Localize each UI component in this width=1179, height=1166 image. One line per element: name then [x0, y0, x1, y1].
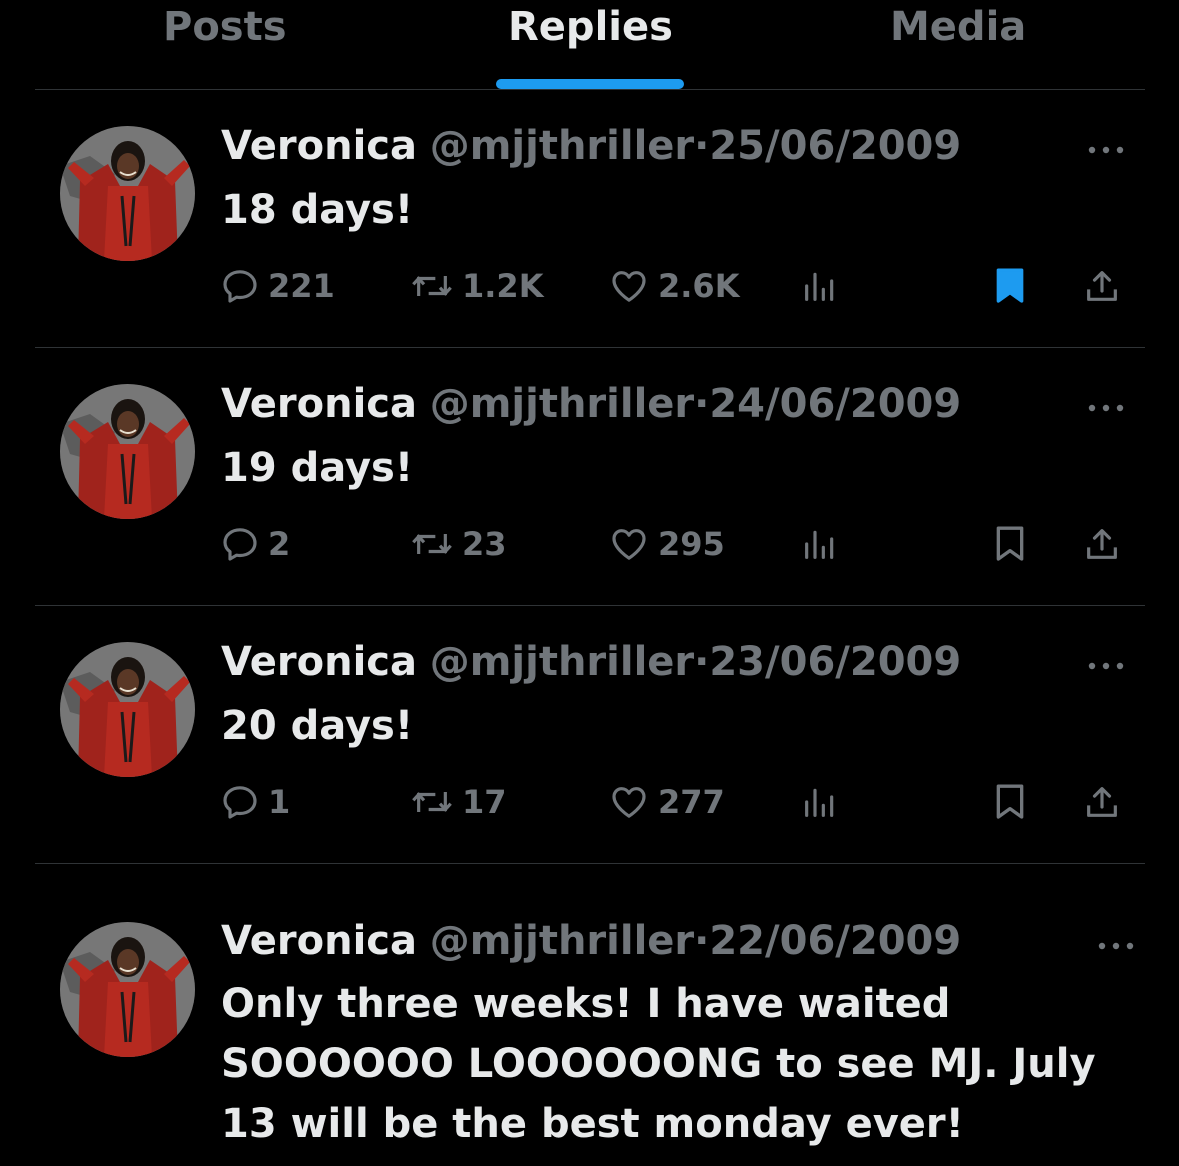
share-icon — [1082, 524, 1122, 564]
share-button[interactable] — [1082, 780, 1122, 824]
divider — [35, 89, 1145, 90]
like-icon — [608, 782, 650, 822]
display-name[interactable]: Veronica — [221, 123, 417, 169]
like-count: 295 — [658, 525, 725, 563]
like-icon — [608, 266, 650, 306]
divider — [35, 605, 1145, 606]
tweet-actions: 2 23 295 — [220, 522, 1140, 566]
handle[interactable]: @mjjthriller — [430, 123, 694, 169]
display-name[interactable]: Veronica — [221, 381, 417, 427]
tweet-date[interactable]: 23/06/2009 — [709, 639, 961, 685]
tweet-actions: 221 1.2K 2.6K — [220, 264, 1140, 308]
retweet-icon — [410, 266, 454, 306]
reply-count: 1 — [268, 783, 291, 821]
handle[interactable]: @mjjthriller — [430, 918, 694, 964]
separator: · — [694, 639, 710, 685]
share-icon — [1082, 782, 1122, 822]
divider — [35, 347, 1145, 348]
tweet-text-line: 13 will be the best monday ever! — [221, 1101, 964, 1147]
more-icon[interactable] — [1096, 937, 1136, 950]
bookmark-icon — [992, 782, 1028, 822]
tweet-actions: 1 17 277 — [220, 780, 1140, 824]
tweet-text: 19 days! — [221, 438, 1141, 498]
like-button[interactable]: 2.6K — [608, 264, 739, 308]
more-icon[interactable] — [1086, 399, 1126, 412]
divider — [35, 863, 1145, 864]
separator: · — [694, 123, 710, 169]
share-button[interactable] — [1082, 264, 1122, 308]
reply-icon — [220, 266, 260, 306]
tweet-date[interactable]: 25/06/2009 — [709, 123, 961, 169]
bookmark-button[interactable] — [992, 264, 1028, 308]
tab-replies[interactable]: Replies — [508, 0, 673, 60]
like-count: 2.6K — [658, 267, 740, 305]
retweet-count: 1.2K — [462, 267, 544, 305]
tweet-text: 20 days! — [221, 696, 1141, 756]
tweet-text: Only three weeks! I have waited SOOOOOO … — [221, 974, 1141, 1154]
retweet-icon — [410, 782, 454, 822]
tweet-header: Veronica @mjjthriller·25/06/2009 — [221, 122, 961, 170]
tweet-text-line: SOOOOOO LOOOOOONG to see MJ. July — [221, 1041, 1096, 1087]
avatar[interactable] — [60, 642, 195, 777]
reply-count: 2 — [268, 525, 291, 563]
like-count: 277 — [658, 783, 725, 821]
views-button[interactable] — [800, 522, 840, 566]
views-icon — [800, 524, 840, 564]
share-icon — [1082, 266, 1122, 306]
retweet-count: 23 — [462, 525, 507, 563]
share-button[interactable] — [1082, 522, 1122, 566]
retweet-button[interactable]: 23 — [410, 522, 507, 566]
bookmark-icon — [992, 266, 1028, 306]
tweet-date[interactable]: 22/06/2009 — [709, 918, 961, 964]
retweet-button[interactable]: 1.2K — [410, 264, 543, 308]
tweet-text: 18 days! — [221, 180, 1141, 240]
tab-posts[interactable]: Posts — [163, 0, 287, 60]
like-button[interactable]: 295 — [608, 522, 725, 566]
tweet-header: Veronica @mjjthriller·22/06/2009 — [221, 917, 961, 965]
more-icon[interactable] — [1086, 141, 1126, 154]
display-name[interactable]: Veronica — [221, 918, 417, 964]
handle[interactable]: @mjjthriller — [430, 381, 694, 427]
reply-button[interactable]: 1 — [220, 780, 290, 824]
retweet-button[interactable]: 17 — [410, 780, 507, 824]
retweet-count: 17 — [462, 783, 507, 821]
avatar[interactable] — [60, 922, 195, 1057]
views-icon — [800, 782, 840, 822]
profile-tabs: Posts Replies Media — [0, 0, 1179, 90]
reply-icon — [220, 782, 260, 822]
tweet-text-line: 18 days! — [221, 187, 414, 233]
reply-count: 221 — [268, 267, 335, 305]
retweet-icon — [410, 524, 454, 564]
reply-button[interactable]: 2 — [220, 522, 290, 566]
tweet-header: Veronica @mjjthriller·23/06/2009 — [221, 638, 961, 686]
reply-icon — [220, 524, 260, 564]
bookmark-button[interactable] — [992, 522, 1028, 566]
separator: · — [694, 918, 710, 964]
separator: · — [694, 381, 710, 427]
reply-button[interactable]: 221 — [220, 264, 335, 308]
tweet-text-line: 20 days! — [221, 703, 414, 749]
active-tab-indicator — [496, 79, 684, 89]
handle[interactable]: @mjjthriller — [430, 639, 694, 685]
bookmark-button[interactable] — [992, 780, 1028, 824]
avatar[interactable] — [60, 126, 195, 261]
like-icon — [608, 524, 650, 564]
tweet-date[interactable]: 24/06/2009 — [709, 381, 961, 427]
display-name[interactable]: Veronica — [221, 639, 417, 685]
tab-media[interactable]: Media — [890, 0, 1026, 60]
more-icon[interactable] — [1086, 657, 1126, 670]
bookmark-icon — [992, 524, 1028, 564]
views-button[interactable] — [800, 780, 840, 824]
views-icon — [800, 266, 840, 306]
like-button[interactable]: 277 — [608, 780, 725, 824]
avatar[interactable] — [60, 384, 195, 519]
tweet-text-line: Only three weeks! I have waited — [221, 981, 951, 1027]
tweet-text-line: 19 days! — [221, 445, 414, 491]
views-button[interactable] — [800, 264, 840, 308]
tweet-header: Veronica @mjjthriller·24/06/2009 — [221, 380, 961, 428]
